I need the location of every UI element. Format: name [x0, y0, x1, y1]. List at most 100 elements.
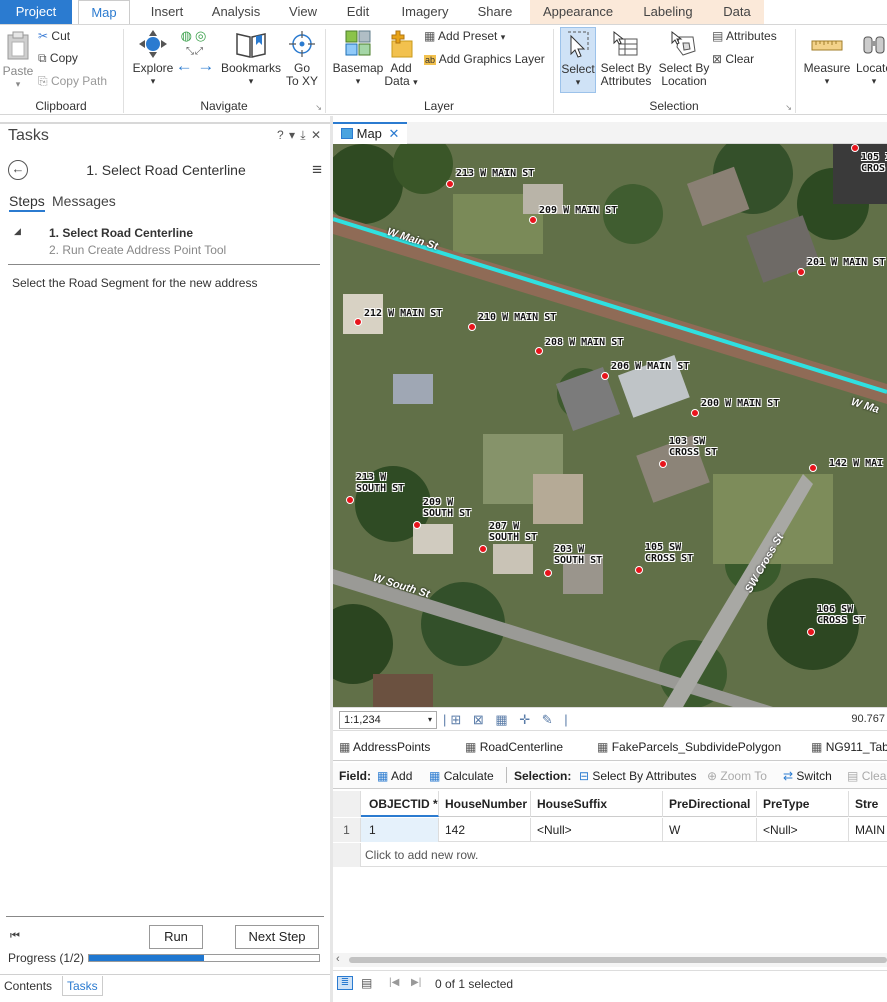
address-point-marker[interactable] [413, 521, 421, 529]
step-item-1[interactable]: 1. Select Road Centerline [49, 226, 193, 240]
step-item-2[interactable]: 2. Run Create Address Point Tool [49, 243, 226, 257]
address-point-marker[interactable] [691, 409, 699, 417]
address-point-marker[interactable] [529, 216, 537, 224]
first-record-icon[interactable]: |◀ [389, 977, 399, 988]
scale-select[interactable]: 1:1,234 ▾ [339, 711, 437, 729]
address-point-marker[interactable] [809, 464, 817, 472]
address-point-marker[interactable] [797, 268, 805, 276]
pane-header-controls[interactable]: ? ▾ ⤓ ✕ [277, 128, 322, 143]
full-extent-icon[interactable]: ◍◎ [174, 29, 216, 42]
address-point-marker[interactable] [544, 569, 552, 577]
basemap-button[interactable]: Basemap ▾ [330, 29, 386, 88]
address-point-marker[interactable] [354, 318, 362, 326]
address-point-marker[interactable] [468, 323, 476, 331]
calculate-field-button[interactable]: ▦ Calculate [429, 769, 494, 783]
tab-labeling[interactable]: Labeling [626, 0, 710, 24]
clear-table-selection-button[interactable]: ▤ Clea [847, 769, 886, 783]
tab-map[interactable]: Map [78, 0, 130, 25]
table-row[interactable]: 1 1 142 <Null> W <Null> MAIN [333, 818, 887, 842]
select-button[interactable]: Select ▾ [560, 27, 596, 93]
close-icon[interactable]: ✕ [389, 126, 400, 141]
add-row-hint: Click to add new row. [365, 848, 479, 862]
dialog-launcher-icon[interactable]: ↘ [315, 103, 322, 112]
address-point-marker[interactable] [807, 628, 815, 636]
tab-contents[interactable]: Contents [4, 979, 52, 993]
switch-selection-button[interactable]: ⇄ Switch [783, 769, 832, 783]
tab-steps[interactable]: Steps [9, 193, 45, 212]
last-record-icon[interactable]: ▶| [411, 977, 421, 988]
cut-button[interactable]: ✂ Cut [38, 30, 70, 43]
column-header-street[interactable]: Stre [849, 791, 887, 817]
column-header-pretype[interactable]: PreType [757, 791, 849, 817]
run-button[interactable]: Run [149, 925, 203, 949]
show-all-records-icon[interactable]: ≣ [337, 976, 353, 990]
attributes-button[interactable]: ▤ Attributes [712, 30, 777, 43]
tab-data[interactable]: Data [710, 0, 764, 24]
tab-table-addresspoints[interactable]: ▦ AddressPoints [339, 740, 430, 754]
clear-selection-button[interactable]: ⊠ Clear [712, 53, 754, 66]
tab-messages[interactable]: Messages [52, 193, 116, 209]
column-header-objectid[interactable]: OBJECTID * [361, 791, 439, 817]
hamburger-menu-icon[interactable]: ≡ [312, 161, 322, 178]
scrollbar-thumb[interactable] [349, 957, 887, 963]
cell-housenumber[interactable]: 142 [439, 818, 531, 842]
add-graphics-layer-button[interactable]: ab Add Graphics Layer [424, 53, 545, 67]
dialog-launcher-icon[interactable]: ↘ [785, 103, 792, 112]
map-canvas[interactable]: W Main St W Ma W South St SW Cross St 21… [333, 144, 887, 707]
tab-tasks[interactable]: Tasks [62, 976, 103, 996]
show-selected-records-icon[interactable]: ▤ [361, 976, 372, 990]
copy-path-button[interactable]: ⎘ Copy Path [38, 75, 107, 88]
tab-table-ng911[interactable]: ▦ NG911_Tab [811, 740, 887, 754]
tab-table-roadcenterline[interactable]: ▦ RoadCenterline [465, 740, 563, 754]
column-header-predirectional[interactable]: PreDirectional [663, 791, 757, 817]
next-step-button[interactable]: Next Step [235, 925, 319, 949]
tab-edit[interactable]: Edit [336, 0, 380, 24]
address-point-marker[interactable] [851, 144, 859, 152]
select-by-attributes-button[interactable]: Select By Attributes [598, 29, 654, 88]
tab-imagery[interactable]: Imagery [390, 0, 460, 24]
measure-button[interactable]: Measure ▾ [800, 29, 854, 88]
scroll-left-icon[interactable]: ‹ [336, 953, 340, 965]
column-header-housenumber[interactable]: HouseNumber [439, 791, 531, 817]
address-point-marker[interactable] [479, 545, 487, 553]
address-point-marker[interactable] [659, 460, 667, 468]
tab-project[interactable]: Project [0, 0, 72, 24]
add-row-row[interactable]: Click to add new row. [333, 843, 887, 867]
previous-next-extent-icon[interactable]: ← → [174, 57, 216, 74]
copy-button[interactable]: ⧉ Copy [38, 52, 78, 65]
tab-analysis[interactable]: Analysis [204, 0, 268, 24]
horizontal-scrollbar[interactable]: ‹ [333, 953, 887, 967]
tab-insert[interactable]: Insert [138, 0, 196, 24]
tab-map-view[interactable]: Map ✕ [333, 122, 408, 144]
cell-street[interactable]: MAIN [849, 818, 887, 842]
bookmarks-button[interactable]: Bookmarks ▾ [218, 29, 284, 88]
tab-share[interactable]: Share [466, 0, 524, 24]
address-point-marker[interactable] [535, 347, 543, 355]
first-step-icon[interactable]: ⏮ [10, 930, 20, 943]
address-point-marker[interactable] [635, 566, 643, 574]
address-point-marker[interactable] [346, 496, 354, 504]
cell-predirectional[interactable]: W [663, 818, 757, 842]
zoom-to-button[interactable]: ⊕ Zoom To [707, 769, 767, 783]
address-point-marker[interactable] [601, 372, 609, 380]
back-arrow-icon[interactable]: ← [8, 160, 28, 180]
cell-objectid[interactable]: 1 [361, 818, 439, 842]
go-to-xy-button[interactable]: Go To XY [282, 29, 322, 88]
column-header-housesuffix[interactable]: HouseSuffix [531, 791, 663, 817]
paste-button[interactable]: Paste ▾ [2, 29, 34, 91]
tab-view[interactable]: View [276, 0, 330, 24]
add-data-button[interactable]: Add Data ▾ [382, 29, 420, 89]
select-by-location-button[interactable]: Select By Location [656, 29, 712, 88]
select-by-attributes-table-button[interactable]: ⊟ Select By Attributes [579, 769, 696, 783]
tab-appearance[interactable]: Appearance [530, 0, 626, 24]
cell-housesuffix[interactable]: <Null> [531, 818, 663, 842]
cell-pretype[interactable]: <Null> [757, 818, 849, 842]
map-status-tools[interactable]: |⊞ ⊠ ▦ ✛ ✎ | [443, 712, 572, 728]
add-preset-button[interactable]: ▦ Add Preset ▾ [424, 30, 505, 44]
tab-table-fakeparcels[interactable]: ▦ FakeParcels_SubdividePolygon [597, 740, 781, 754]
address-point-marker[interactable] [446, 180, 454, 188]
locate-button[interactable]: Locate ▾ [852, 29, 887, 88]
add-field-button[interactable]: ▦ Add [377, 769, 412, 783]
explore-button[interactable]: Explore ▾ [128, 29, 178, 88]
collapse-triangle-icon[interactable]: ◢ [14, 226, 21, 237]
